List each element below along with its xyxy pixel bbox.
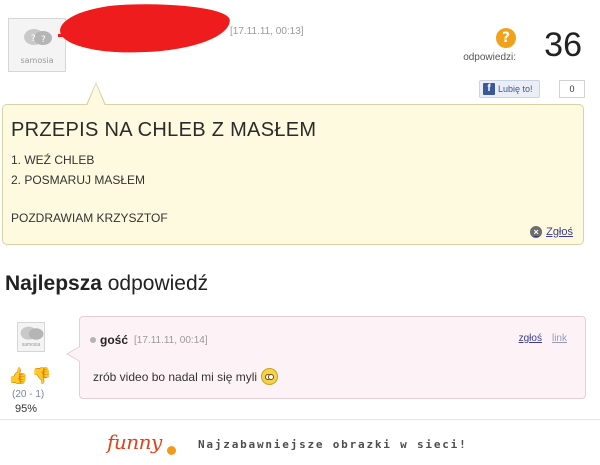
answer-actions: zgłoś link (519, 333, 567, 344)
report-label: Zgłoś (546, 226, 573, 238)
user-status-icon (90, 337, 96, 343)
like-label: Lubię to! (498, 84, 533, 94)
best-answer-heading-bold: Najlepsza (5, 272, 102, 295)
avatar-label: samosia (21, 342, 41, 348)
footer-divider (0, 419, 600, 420)
site-tagline: Najzabawniejsze obrazki w sieci! (198, 438, 468, 451)
question-line: 1. WEŹ CHLEB (11, 153, 95, 167)
question-avatar[interactable]: ? ? samosia (8, 18, 66, 72)
report-answer-link[interactable]: zgłoś (519, 333, 542, 344)
answers-count: 36 (544, 26, 582, 64)
answer-text: zrób video bo nadal mi się myli (93, 370, 258, 384)
best-answer-heading-rest: odpowiedź (107, 272, 209, 295)
vote-counts: (20 - 1) (12, 389, 45, 400)
thumbs-up-icon[interactable]: 👍 (8, 366, 28, 386)
report-icon: × (530, 226, 543, 238)
answer-date: [17.11.11, 00:14] (134, 334, 208, 346)
answers-label: odpowiedzi: (463, 52, 516, 63)
redaction-marker (59, 1, 231, 55)
avatar-label: samosia (20, 56, 54, 65)
answer-bubble-tail-fill (68, 347, 80, 361)
svg-text:?: ? (31, 34, 36, 44)
report-question-link[interactable]: × Zgłoś (530, 226, 573, 238)
vote-percent: 95% (15, 403, 38, 415)
answers-counter: ? odpowiedzi: 36 (432, 22, 582, 72)
chat-bubbles-icon (20, 326, 44, 340)
question-body: PRZEPIS NA CHLEB Z MASŁEM 1. WEŹ CHLEB 2… (2, 104, 584, 245)
question-signature: POZDRAWIAM KRZYSZTOF (11, 211, 168, 225)
like-count: 0 (559, 80, 585, 98)
chat-bubbles-icon: ? ? (24, 29, 52, 45)
question-bubble-tail-fill (87, 84, 105, 106)
question-date: [17.11.11, 00:13] (230, 26, 304, 37)
confused-smiley-icon (261, 368, 279, 385)
facebook-icon: f (483, 83, 495, 95)
answer-author: gość (100, 333, 129, 347)
best-answer-heading: Najlepsza odpowiedź (5, 272, 208, 296)
question-mark-icon: ? (496, 28, 516, 48)
logo-dot (167, 446, 176, 455)
question-line: 2. POSMARUJ MASŁEM (11, 173, 146, 187)
facebook-like-button[interactable]: f Lubię to! (479, 80, 540, 98)
answer-avatar[interactable]: samosia (17, 322, 45, 352)
thumbs-down-icon[interactable]: 👎 (32, 366, 52, 386)
answer-permalink[interactable]: link (552, 333, 567, 344)
answer-body: gość [17.11.11, 00:14] zgłoś link zrób v… (79, 316, 586, 399)
question-title: PRZEPIS NA CHLEB Z MASŁEM (11, 119, 317, 141)
answer-text-row: zrób video bo nadal mi się myli (93, 368, 279, 385)
answer-header: gość [17.11.11, 00:14] (90, 333, 208, 347)
vote-buttons: 👍 👎 (8, 366, 52, 386)
svg-text:?: ? (41, 35, 46, 45)
site-logo[interactable]: funny (107, 430, 162, 454)
